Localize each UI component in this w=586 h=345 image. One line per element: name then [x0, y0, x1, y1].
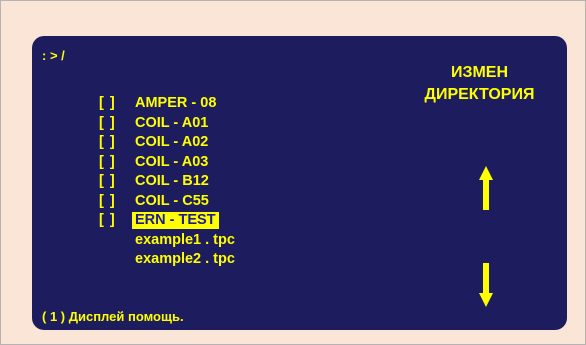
arrow-down-icon[interactable] — [479, 263, 493, 307]
change-directory-label: ИЗМЕН ДИРЕКТОРИЯ — [397, 62, 562, 106]
folder-checkbox[interactable]: [ ] — [99, 172, 135, 192]
folder-name[interactable]: COIL - A03 — [135, 153, 208, 173]
folder-name[interactable]: AMPER - 08 — [135, 94, 216, 114]
list-item: [ ] COIL - B12 — [99, 172, 235, 192]
list-item: [ ] COIL - A02 — [99, 133, 235, 153]
folder-name-selected[interactable]: ERN - TEST — [132, 212, 219, 229]
change-directory-line-1: ИЗМЕН — [450, 64, 509, 81]
folder-checkbox[interactable]: [ ] — [99, 153, 135, 173]
folder-checkbox[interactable]: [ ] — [99, 133, 135, 153]
list-item-selected: [ ] ERN - TEST — [99, 211, 235, 231]
outer-frame: : > / ИЗМЕН ДИРЕКТОРИЯ [ ] AMPER - 08 [ ]… — [0, 0, 586, 345]
arrow-up-icon[interactable] — [479, 166, 493, 210]
directory-list: [ ] AMPER - 08 [ ] COIL - A01 [ ] COIL - A0… — [99, 94, 235, 270]
folder-checkbox[interactable]: [ ] — [99, 114, 135, 134]
change-directory-line-2: ДИРЕКТОРИЯ — [424, 86, 535, 103]
help-hint: ( 1 ) Дисплей помощь. — [42, 309, 184, 324]
folder-name[interactable]: COIL - C55 — [135, 192, 209, 212]
folder-checkbox[interactable]: [ ] — [99, 94, 135, 114]
list-item: [ ] COIL - A03 — [99, 153, 235, 173]
file-name[interactable]: example2 . tpc — [135, 250, 235, 270]
list-item: [ ] AMPER - 08 — [99, 94, 235, 114]
folder-checkbox[interactable]: [ ] — [99, 211, 135, 231]
folder-checkbox[interactable]: [ ] — [99, 192, 135, 212]
file-item: example2 . tpc — [99, 250, 235, 270]
terminal-screen: : > / ИЗМЕН ДИРЕКТОРИЯ [ ] AMPER - 08 [ ]… — [32, 36, 567, 330]
list-item: [ ] COIL - A01 — [99, 114, 235, 134]
folder-name[interactable]: COIL - A02 — [135, 133, 208, 153]
current-path: : > / — [42, 48, 65, 63]
file-name[interactable]: example1 . tpc — [135, 231, 235, 251]
list-item: [ ] COIL - C55 — [99, 192, 235, 212]
folder-name[interactable]: COIL - A01 — [135, 114, 208, 134]
file-item: example1 . tpc — [99, 231, 235, 251]
folder-name[interactable]: COIL - B12 — [135, 172, 209, 192]
